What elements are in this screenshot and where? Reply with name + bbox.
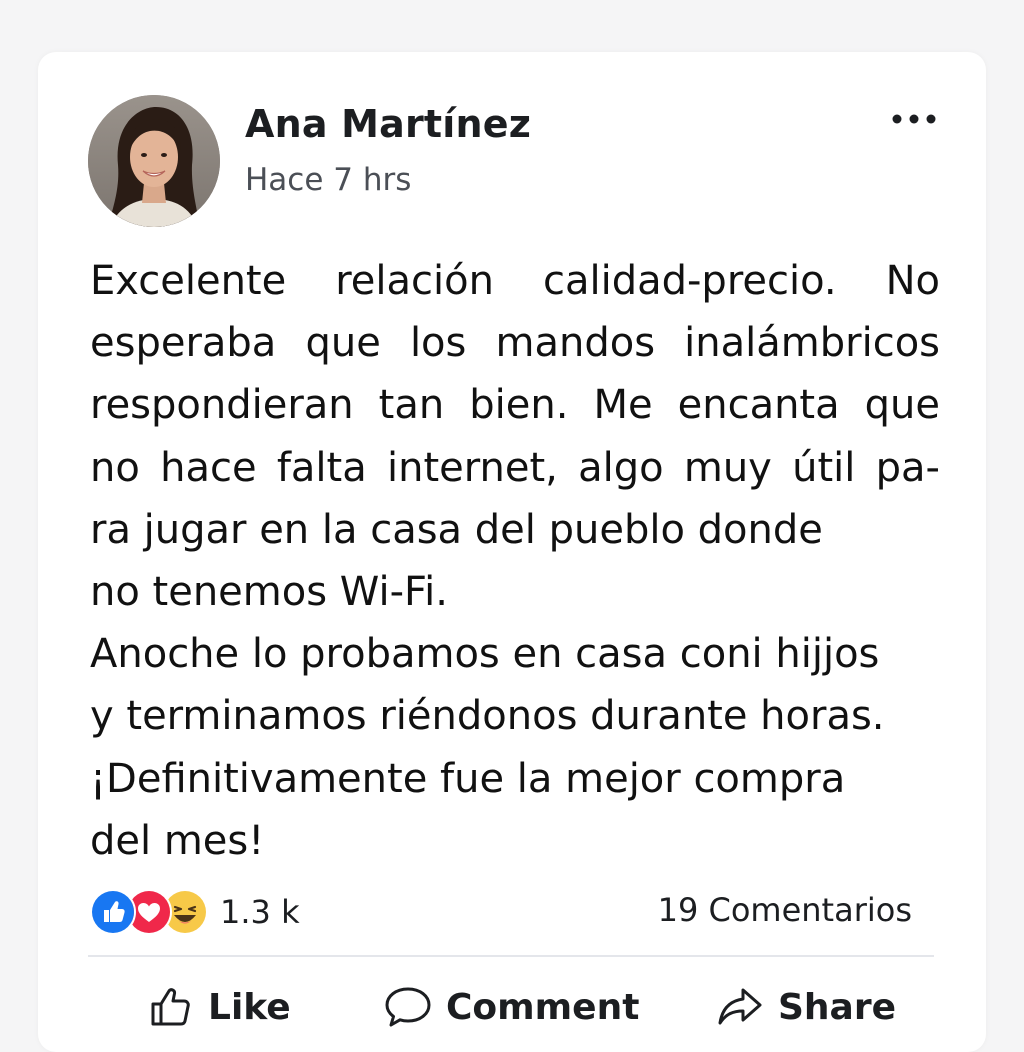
share-label: Share — [778, 986, 897, 1028]
post-body: Excelente relación calidad-precio. No es… — [90, 250, 940, 872]
post-body-line: respondieran tan bien. Me encanta que — [90, 382, 940, 429]
post-body-line: no hace falta internet, algo muy útil pa… — [90, 444, 940, 491]
share-arrow-icon — [718, 988, 762, 1025]
like-button[interactable]: Like — [148, 977, 291, 1037]
post-body-line: esperaba que los mandos inalámbricos — [90, 320, 940, 367]
more-options-icon[interactable] — [888, 104, 940, 134]
avatar[interactable] — [88, 95, 220, 227]
author-name[interactable]: Ana Martínez — [245, 102, 531, 146]
post-body-line: y terminamos riéndonos durante horas. — [90, 693, 885, 740]
post-body-line: del mes! — [90, 817, 265, 864]
speech-bubble-icon — [385, 987, 431, 1027]
post-body-line: Anoche lo probamos en casa coni hijjos — [90, 631, 880, 678]
post-body-line: ¡Definitivamente fue la mejor compra — [90, 755, 846, 802]
like-label: Like — [208, 986, 291, 1028]
post-body-line: ra jugar en la casa del pueblo donde — [90, 506, 823, 553]
post-card: Ana Martínez Hace 7 hrs Excelente relaci… — [38, 52, 986, 1052]
post-timestamp[interactable]: Hace 7 hrs — [245, 162, 411, 198]
thumbs-up-icon — [151, 988, 190, 1026]
comments-count[interactable]: 19 Comentarios — [658, 891, 912, 929]
share-button[interactable]: Share — [716, 977, 896, 1037]
post-body-line: no tenemos Wi-Fi. — [90, 569, 448, 616]
action-bar: Like Comment Share — [38, 977, 986, 1037]
comment-label: Comment — [446, 986, 640, 1028]
post-body-line: Excelente relación calidad-precio. No — [90, 258, 940, 304]
divider — [88, 955, 934, 957]
reactions-count[interactable]: 1.3 k — [220, 893, 300, 931]
like-reaction-icon — [90, 889, 136, 935]
comment-button[interactable]: Comment — [384, 977, 639, 1037]
reactions-summary[interactable]: 1.3 k — [90, 888, 300, 936]
